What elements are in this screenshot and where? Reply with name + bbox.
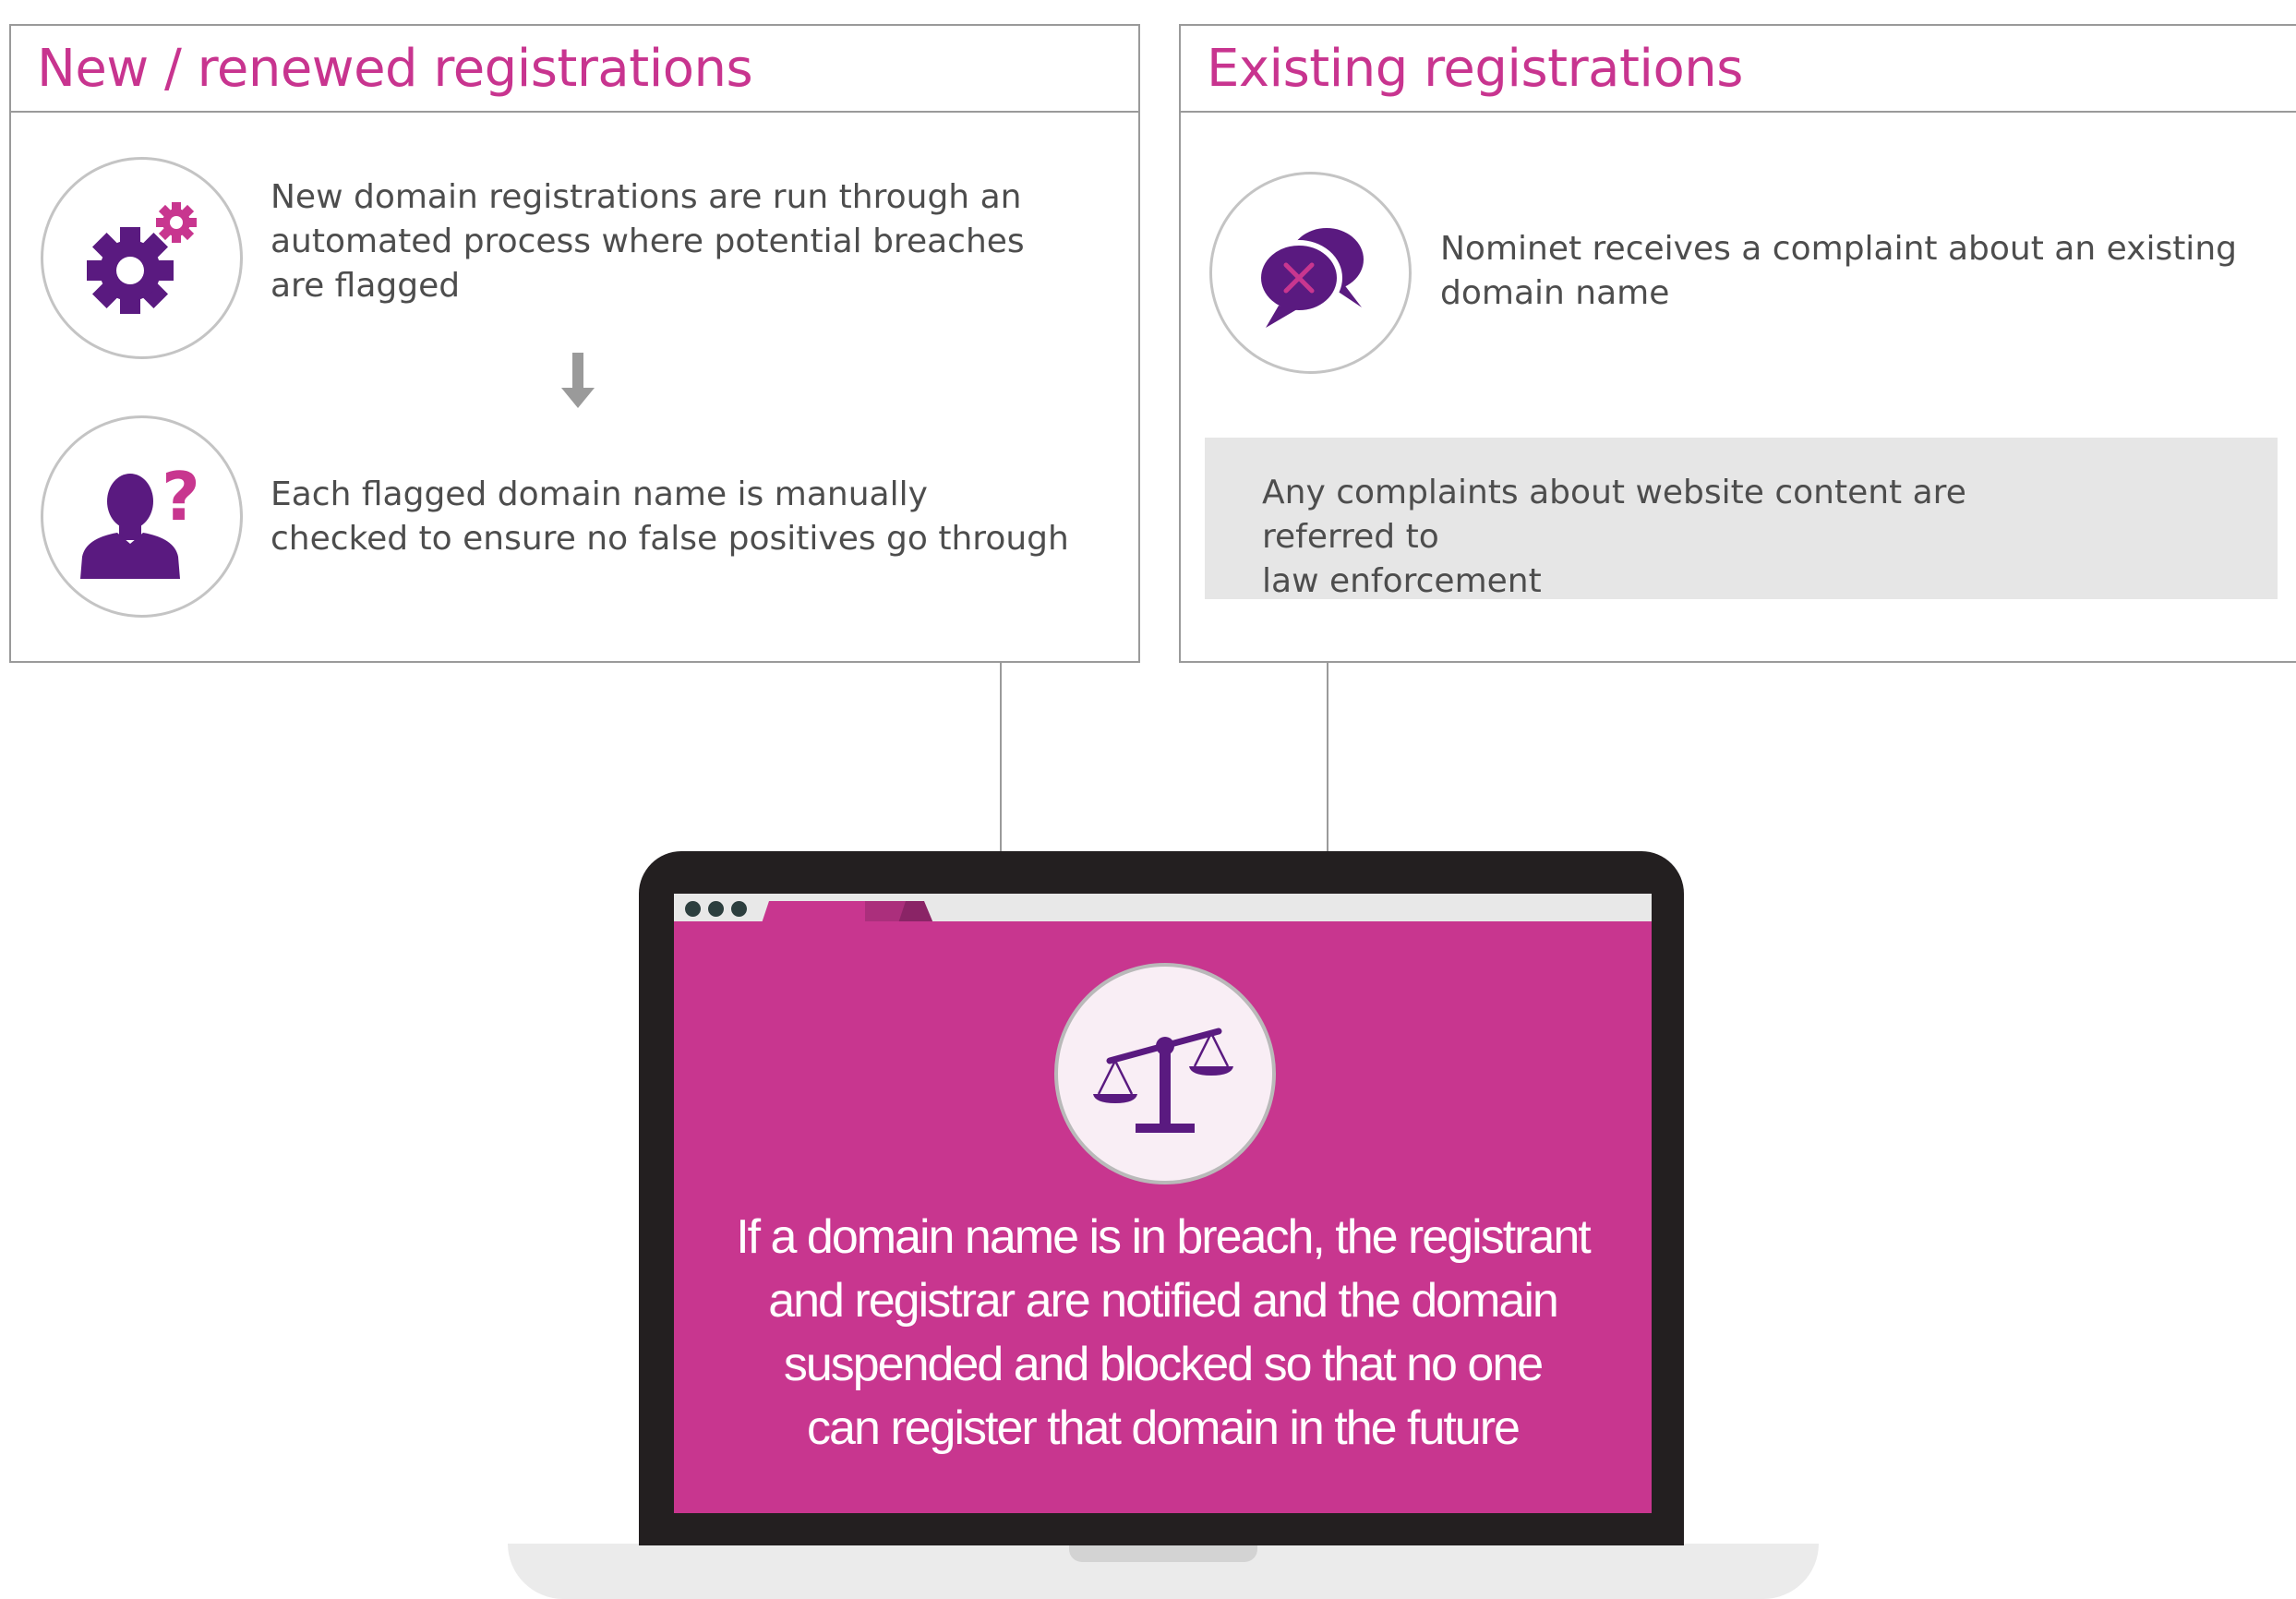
text-line: can register that domain in the future — [807, 1401, 1521, 1455]
text-line: automated process where potential breach… — [270, 222, 1025, 260]
content-referral-box: Any complaints about website content are… — [1205, 438, 2278, 600]
text-line: and registrar are notified and the domai… — [768, 1274, 1559, 1328]
step-automated-check-text: New domain registrations are run through… — [270, 175, 1101, 308]
text-line: Nominet receives a complaint about an ex… — [1440, 230, 2237, 268]
arrow-down-icon — [561, 353, 595, 408]
window-dot — [731, 901, 747, 917]
connector-line-right — [1327, 663, 1328, 853]
breach-outcome-text: If a domain name is in breach, the regis… — [674, 1206, 1652, 1461]
scales-icon-circle — [1054, 963, 1276, 1184]
text-line: checked to ensure no false positives go … — [270, 520, 1069, 558]
text-line: Any complaints about website content are… — [1262, 474, 1966, 556]
text-line: Each flagged domain name is manually — [270, 475, 928, 513]
window-dot — [685, 901, 701, 917]
text-line: law enforcement — [1262, 562, 1542, 600]
panel-header: Existing registrations — [1181, 26, 2296, 113]
panel-header: New / renewed registrations — [11, 26, 1138, 113]
person-question-icon-circle: ? — [41, 415, 243, 618]
complaint-text: Nominet receives a complaint about an ex… — [1440, 227, 2271, 316]
gears-icon — [86, 201, 197, 314]
window-dot — [708, 901, 724, 917]
panel-title: New / renewed registrations — [37, 38, 753, 99]
step-manual-check-text: Each flagged domain name is manually che… — [270, 473, 1101, 561]
connector-line-left — [1000, 663, 1002, 853]
content-referral-text: Any complaints about website content are… — [1262, 471, 2093, 604]
text-line: suspended and blocked so that no one — [783, 1338, 1544, 1391]
person-question-icon: ? — [79, 458, 200, 579]
scales-icon — [1093, 1028, 1233, 1133]
text-line: domain name — [1440, 274, 1670, 312]
text-line: are flagged — [270, 267, 461, 305]
text-line: If a domain name is in breach, the regis… — [736, 1210, 1592, 1264]
laptop-screen: If a domain name is in breach, the regis… — [674, 921, 1652, 1513]
text-line: New domain registrations are run through… — [270, 178, 1022, 216]
speech-bubbles-icon-circle — [1209, 172, 1412, 374]
laptop-notch — [1069, 1544, 1257, 1562]
browser-tabs — [762, 901, 933, 923]
speech-bubbles-cross-icon — [1255, 227, 1364, 328]
browser-bar — [674, 894, 1652, 923]
panel-title: Existing registrations — [1207, 38, 1743, 99]
gears-icon-circle — [41, 157, 243, 359]
svg-text:?: ? — [162, 458, 200, 535]
